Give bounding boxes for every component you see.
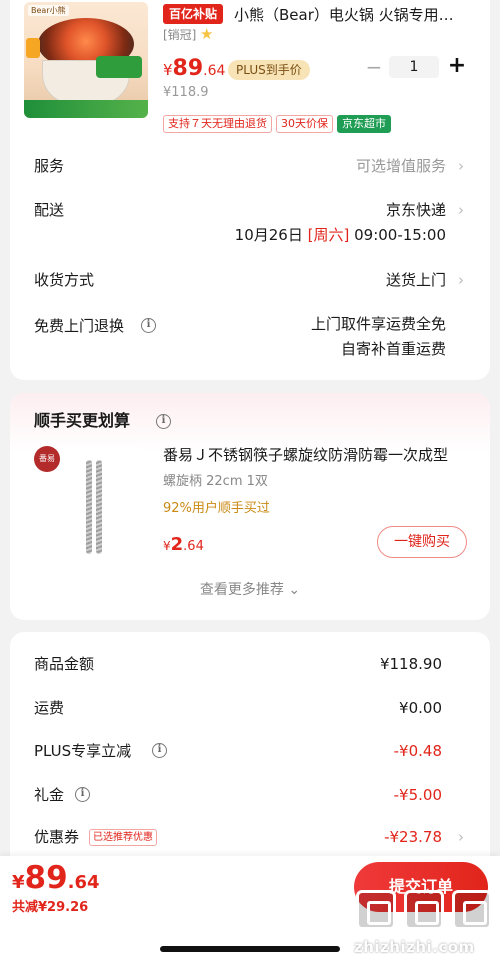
subsidy-tag: 百亿补贴 (163, 4, 224, 24)
chevron-right-icon[interactable]: › (456, 199, 466, 221)
free-pickup-line1: 上门取件享运费全免 (310, 315, 446, 333)
bundle-title: 顺手买更划算 (34, 411, 131, 430)
bundle-item-price: ¥2.64 (163, 533, 204, 559)
price-decimal: .64 (203, 63, 226, 79)
product-image[interactable]: Bear小熊 (24, 2, 148, 118)
promo-sticker (96, 56, 142, 78)
price-decimal: .64 (183, 539, 204, 554)
bundle-buy-rate: 92%用户顺手买过 (163, 501, 270, 516)
more-recommendations-link[interactable]: 查看更多推荐 ⌄ (0, 580, 500, 600)
goods-amount-value: ¥118.90 (379, 655, 442, 673)
info-icon[interactable]: i (152, 743, 167, 758)
price-integer: 89 (24, 860, 68, 896)
info-icon[interactable]: i (75, 787, 90, 802)
free-pickup-line2: 自寄补首重运费 (340, 340, 446, 358)
delivery-weekday: [周六] (307, 226, 350, 244)
chevron-right-icon[interactable]: › (456, 155, 466, 177)
bundle-item-name[interactable]: 番易Ｊ不锈钢筷子螺旋纹防滑防霉一次成型 (163, 444, 461, 466)
free-pickup-label: 免费上门退换 (34, 317, 125, 335)
jd-supermarket-tag: 京东超市 (337, 115, 391, 133)
plus-discount-value: -¥0.48 (393, 742, 442, 760)
qty-increase-button[interactable]: + (446, 53, 468, 79)
receive-method-value[interactable]: 送货上门 (386, 269, 446, 291)
bundle-item-spec: 螺旋柄 22cm 1双 (163, 474, 268, 489)
product-price: ¥89.64 (163, 56, 225, 84)
info-icon[interactable]: i (156, 414, 171, 429)
price-symbol: ¥ (163, 539, 171, 553)
chevron-right-icon[interactable]: › (456, 269, 466, 291)
plus-discount-label: PLUS专享立减 (34, 742, 132, 760)
capacity-badge (26, 38, 40, 58)
service-label: 服务 (34, 157, 65, 175)
price-protect-tag: 30天价保 (276, 115, 333, 133)
original-price: ¥118.9 (163, 85, 209, 100)
total-price: ¥89.64 (12, 860, 100, 901)
price-symbol: ¥ (12, 872, 25, 893)
coupon-label: 优惠券 (34, 828, 80, 846)
chopstick-graphic (86, 460, 92, 554)
delivery-slot: 09:00-15:00 (354, 226, 446, 244)
delivery-value[interactable]: 京东快递 (386, 199, 446, 221)
delivery-label: 配送 (34, 201, 65, 219)
home-indicator[interactable] (160, 946, 340, 952)
promo-strip (24, 100, 148, 118)
quantity-input[interactable]: 1 (389, 56, 439, 78)
brand-logo: 番易 (34, 446, 60, 472)
coupon-value[interactable]: -¥23.78 (384, 826, 442, 848)
price-integer: 89 (172, 56, 204, 81)
gift-money-label: 礼金 (34, 786, 65, 804)
submit-order-button[interactable]: 提交订单 (354, 862, 488, 912)
chevron-right-icon[interactable]: › (456, 826, 466, 848)
gift-money-value: -¥5.00 (393, 786, 442, 804)
price-integer: 2 (170, 534, 184, 555)
shipping-label: 运费 (34, 699, 65, 717)
shipping-value: ¥0.00 (399, 699, 442, 717)
receive-method-label: 收货方式 (34, 271, 95, 289)
product-title[interactable]: 小熊（Bear）电火锅 火锅专用锅 多功能电热锅 (234, 4, 462, 26)
delivery-date: 10月26日 (234, 226, 303, 244)
return-policy-tag: 支持７天无理由退货 (163, 115, 272, 133)
image-brand-text: Bear小熊 (28, 5, 69, 16)
qty-decrease-button[interactable]: − (364, 56, 384, 78)
delivery-time[interactable]: 10月26日 [周六] 09:00-15:00 (235, 224, 446, 246)
coupon-recommended-badge: 已选推荐优惠 (89, 829, 157, 846)
sales-rank-label: [销冠] (163, 28, 197, 42)
one-click-buy-button[interactable]: 一键购买 (377, 526, 467, 558)
chopstick-graphic (96, 460, 102, 554)
goods-amount-label: 商品金额 (34, 655, 95, 673)
price-symbol: ¥ (163, 61, 173, 79)
price-decimal: .64 (67, 872, 100, 893)
bundle-item-image[interactable]: 番易 (34, 446, 146, 558)
plus-price-badge: PLUS到手价 (228, 60, 310, 80)
total-savings[interactable]: 共减¥29.26 (12, 899, 88, 917)
service-value[interactable]: 可选增值服务 (356, 155, 446, 177)
info-icon[interactable]: i (141, 318, 156, 333)
star-icon: ★ (200, 25, 214, 43)
